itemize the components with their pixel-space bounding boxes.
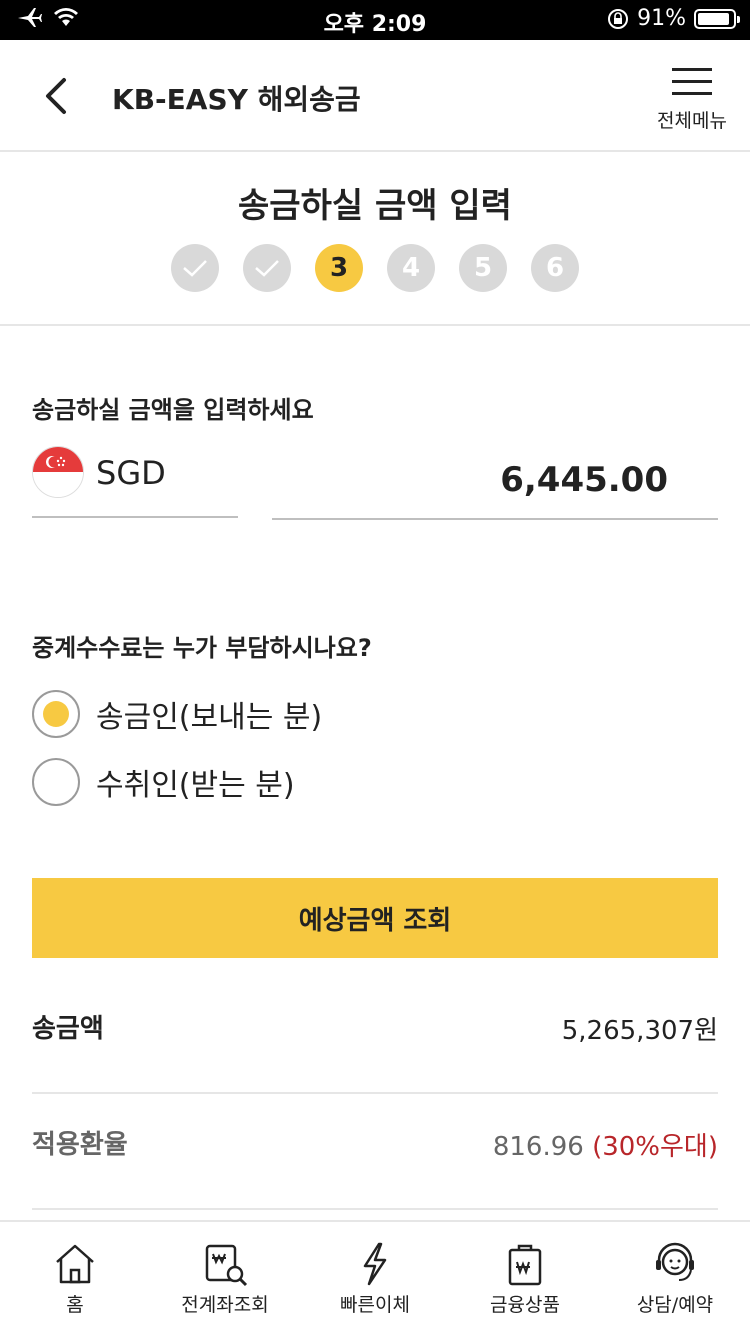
exchange-rate-row: 적용환율 816.96 (30%우대) (32, 1094, 718, 1210)
checkmark-icon (255, 260, 279, 277)
radio-sender[interactable] (32, 690, 80, 738)
tab-all-accounts-label: 전계좌조회 (181, 1294, 269, 1316)
back-button[interactable] (34, 74, 78, 118)
rate-value: 816.96 (492, 1132, 584, 1162)
rate-discount: (30%우대) (592, 1132, 718, 1162)
step-2-done (243, 244, 291, 292)
back-arrow-icon (46, 78, 66, 114)
all-menu-button[interactable]: 전체메뉴 (656, 62, 728, 138)
page-title: KB-EASY 해외송금 (112, 83, 361, 116)
tab-all-accounts[interactable]: 전계좌조회 (150, 1222, 300, 1334)
estimate-button[interactable]: 예상금액 조회 (32, 878, 718, 958)
checkmark-icon (183, 260, 207, 277)
step-indicator-section: 송금하실 금액 입력 3 4 5 6 (0, 152, 750, 326)
rate-value-wrap: 816.96 (30%우대) (493, 1126, 718, 1163)
currency-selector[interactable]: SGD (32, 446, 238, 518)
amount-value: 6,445.00 (500, 460, 668, 500)
tab-consult-reservation-label: 상담/예약 (636, 1294, 714, 1316)
app-header: KB-EASY 해외송금 전체메뉴 (0, 40, 750, 152)
send-amount-value: 5,265,307원 (561, 1016, 718, 1046)
radio-receiver-label: 수취인(받는 분) (96, 768, 295, 803)
battery-percent: 91% (637, 6, 686, 31)
headset-icon (656, 1242, 694, 1281)
tab-home[interactable]: 홈 (0, 1222, 150, 1334)
rate-label: 적용환율 (32, 1130, 128, 1160)
step-4: 4 (387, 244, 435, 292)
tab-quick-transfer[interactable]: 빠른이체 (300, 1222, 450, 1334)
radio-sender-label: 송금인(보내는 분) (96, 700, 323, 735)
bottom-tab-bar: 홈 전계좌조회 빠른이체 금융상품 상담/예약 (0, 1220, 750, 1334)
account-search-icon (205, 1244, 248, 1287)
step-1-done (171, 244, 219, 292)
send-amount-label: 송금액 (32, 1014, 104, 1044)
singapore-flag-icon (32, 446, 84, 498)
step-6: 6 (531, 244, 579, 292)
amount-section-label: 송금하실 금액을 입력하세요 (32, 396, 314, 424)
hamburger-icon (672, 68, 712, 95)
step-title: 송금하실 금액 입력 (238, 186, 512, 226)
radio-receiver[interactable] (32, 758, 80, 806)
tab-financial-products-label: 금융상품 (490, 1294, 560, 1316)
battery-level (698, 12, 729, 25)
battery-icon (694, 8, 740, 29)
all-menu-label: 전체메뉴 (657, 110, 727, 132)
rotation-lock-icon (608, 8, 629, 29)
amount-input[interactable]: 6,445.00 (272, 446, 718, 520)
product-bag-icon (508, 1244, 542, 1286)
tab-consult-reservation[interactable]: 상담/예약 (600, 1222, 750, 1334)
lightning-icon (363, 1242, 387, 1286)
fee-option-receiver[interactable]: 수취인(받는 분) (32, 758, 295, 806)
tab-quick-transfer-label: 빠른이체 (340, 1294, 410, 1316)
status-bar: 오후 2:09 91% (0, 0, 750, 40)
step-5: 5 (459, 244, 507, 292)
currency-code: SGD (96, 454, 166, 492)
tab-financial-products[interactable]: 금융상품 (450, 1222, 600, 1334)
status-right: 91% (607, 6, 740, 31)
fee-section-label: 중계수수료는 누가 부담하시나요? (32, 634, 372, 662)
step-indicator: 3 4 5 6 (171, 244, 579, 292)
fee-option-sender[interactable]: 송금인(보내는 분) (32, 690, 322, 738)
step-3-active: 3 (315, 244, 363, 292)
tab-home-label: 홈 (66, 1294, 84, 1316)
send-amount-row: 송금액 5,265,307원 (32, 978, 718, 1094)
home-icon (56, 1244, 94, 1284)
